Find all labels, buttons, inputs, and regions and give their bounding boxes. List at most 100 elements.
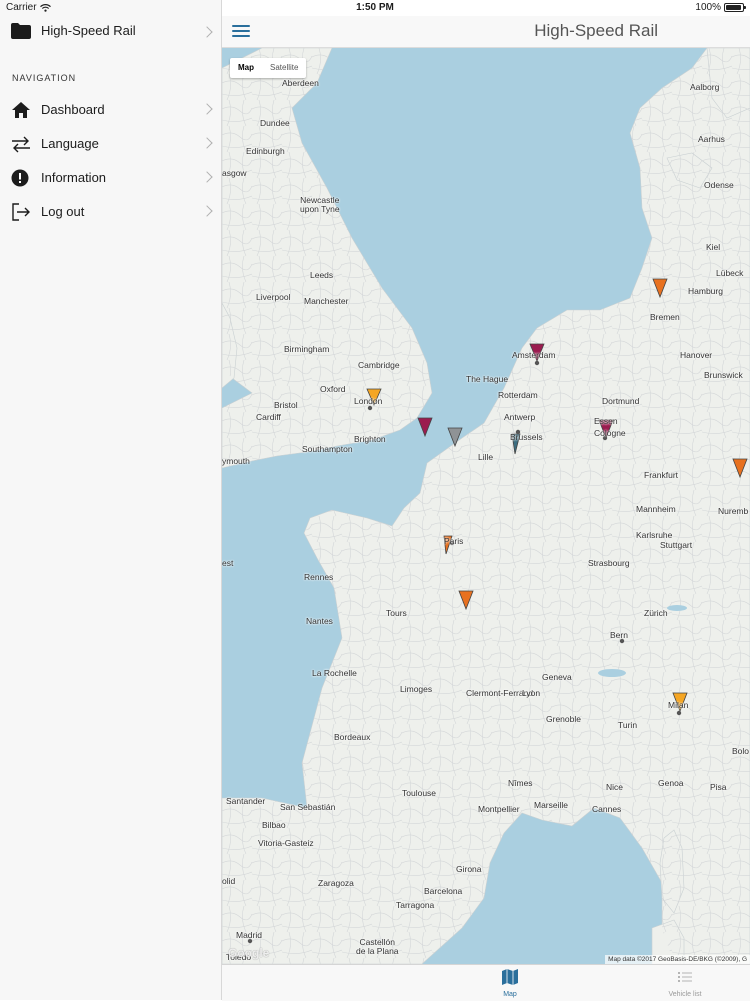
city-label: London	[354, 396, 383, 406]
sidebar-item-dashboard[interactable]: Dashboard	[0, 94, 221, 124]
map-type-toggle[interactable]: Map Satellite	[230, 58, 307, 78]
city-label: Strasbourg	[588, 558, 630, 568]
city-label: Essen	[594, 416, 618, 426]
city-label: Rotterdam	[498, 390, 538, 400]
city-label: Aalborg	[690, 82, 720, 92]
city-label: asgow	[222, 168, 247, 178]
page-title: High-Speed Rail	[534, 21, 658, 40]
city-label: Nice	[606, 782, 624, 792]
city-label: Montpellier	[478, 804, 520, 814]
city-label: Cologne	[594, 428, 626, 438]
clock: 1:50 PM	[356, 2, 394, 13]
city-label: Cambridge	[358, 360, 400, 370]
city-label: Dortmund	[602, 396, 640, 406]
tab-label: Vehicle list	[668, 991, 702, 998]
city-label: Manchester	[304, 296, 349, 306]
city-label: Pisa	[710, 782, 727, 792]
city-label: Nuremb	[718, 506, 749, 516]
navigation-bar: High-Speed Rail	[222, 16, 750, 48]
battery-icon	[724, 3, 746, 12]
city-label: Tours	[386, 608, 407, 618]
city-label: Bremen	[650, 312, 680, 322]
city-label: Grenoble	[546, 714, 581, 724]
map-attribution: Map data ©2017 GeoBasis-DE/BKG (©2009), …	[605, 955, 750, 964]
city-label: Leeds	[310, 270, 334, 280]
city-label: Zaragoza	[318, 878, 354, 888]
list-icon	[678, 972, 692, 982]
sidebar-item-logout[interactable]: Log out	[0, 196, 221, 226]
city-label: Brighton	[354, 434, 386, 444]
city-label: Hamburg	[688, 286, 723, 296]
battery-percent: 100%	[695, 2, 721, 13]
city-label: Aarhus	[698, 134, 725, 144]
city-label: olid	[222, 876, 236, 886]
map-type-map[interactable]: Map	[230, 58, 262, 78]
city-label: Genoa	[658, 778, 684, 788]
city-label: Santander	[226, 796, 266, 806]
city-label: Odense	[704, 180, 734, 190]
city-label: Marseille	[534, 800, 569, 810]
city-label: Dundee	[260, 118, 290, 128]
status-bar: Carrier 1:50 PM 100%	[0, 0, 750, 16]
city-label: Turin	[618, 720, 638, 730]
sidebar-item-information[interactable]: Information	[0, 162, 221, 192]
city-label: Brunswick	[704, 370, 743, 380]
home-icon	[12, 102, 30, 118]
tab-map[interactable]: Map	[470, 969, 550, 998]
city-label: Rennes	[304, 572, 334, 582]
chevron-right-icon	[201, 205, 213, 217]
city-label: Zürich	[644, 608, 668, 618]
sidebar: High-Speed Rail NAVIGATION Dashboard Lan…	[0, 0, 222, 1000]
city-label: Birmingham	[284, 344, 330, 354]
navigation-section-label: NAVIGATION	[12, 73, 77, 83]
city-label: Bern	[610, 630, 628, 640]
sidebar-item-language[interactable]: Language	[0, 128, 221, 158]
swap-arrows-icon	[12, 136, 30, 153]
city-label: Hanover	[680, 350, 713, 360]
info-circle-icon	[11, 169, 29, 187]
city-label: Antwerp	[504, 412, 536, 422]
sidebar-item-label: Log out	[41, 204, 85, 219]
city-label: est	[222, 558, 234, 568]
city-label: Frankfurt	[644, 470, 679, 480]
city-label: Brussels	[510, 432, 543, 442]
logout-icon	[12, 203, 30, 221]
city-label: Amsterdam	[512, 350, 556, 360]
city-label: Bristol	[274, 400, 298, 410]
city-label: Girona	[456, 864, 482, 874]
city-label: Lille	[478, 452, 494, 462]
city-label: Bilbao	[262, 820, 286, 830]
city-label: Liverpool	[256, 292, 291, 302]
tab-bar: Map Vehicle list	[222, 964, 750, 1001]
map-view[interactable]: Map Satellite Aberdeen Dundee Edinburgh asg…	[222, 48, 750, 964]
map-icon	[502, 969, 518, 985]
sidebar-header[interactable]: High-Speed Rail	[0, 16, 221, 46]
chevron-right-icon	[201, 137, 213, 149]
city-label: Lyon	[522, 688, 541, 698]
city-label: La Rochelle	[312, 668, 357, 678]
tab-vehicle-list[interactable]: Vehicle list	[645, 969, 725, 998]
tab-label: Map	[503, 991, 517, 998]
city-label: Vitoria-Gasteiz	[258, 838, 314, 848]
city-label: Aberdeen	[282, 78, 319, 88]
sidebar-header-title: High-Speed Rail	[41, 23, 136, 38]
city-label: Newcastle upon Tyne	[300, 195, 340, 214]
chevron-right-icon	[201, 103, 213, 115]
city-label: ymouth	[222, 456, 250, 466]
chevron-right-icon	[201, 26, 213, 38]
sidebar-item-label: Language	[41, 136, 99, 151]
sidebar-item-label: Information	[41, 170, 107, 185]
city-label: Kiel	[706, 242, 721, 252]
city-label: Bordeaux	[334, 732, 371, 742]
battery-status: 100%	[695, 2, 746, 13]
folder-icon	[11, 23, 31, 39]
city-label: Edinburgh	[246, 146, 285, 156]
city-label: The Hague	[466, 374, 509, 384]
train-marker[interactable]	[417, 417, 433, 438]
city-label: Bolo	[732, 746, 750, 756]
city-label: Limoges	[400, 684, 433, 694]
google-logo: Google	[228, 946, 270, 960]
hamburger-menu-icon[interactable]	[232, 25, 250, 38]
city-label: Lübeck	[716, 268, 744, 278]
map-type-satellite[interactable]: Satellite	[262, 58, 306, 78]
